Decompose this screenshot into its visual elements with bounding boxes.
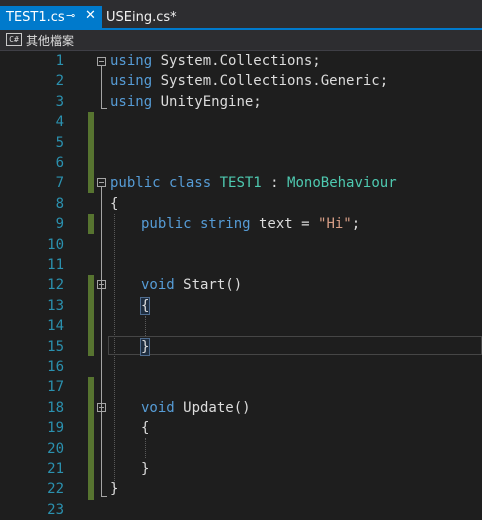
code-line[interactable]: 20 [0,439,482,459]
brace: { [110,195,119,212]
tab-test1-cs[interactable]: TEST1.cs ⊸ ✕ [0,6,102,28]
code-line[interactable]: 11 [0,255,482,275]
line-number: 3 [55,93,64,110]
code-text: ; [351,216,361,233]
csharp-file-icon: C# [6,33,22,46]
keyword: public string [141,216,251,233]
line-number: 23 [47,501,64,518]
code-line[interactable]: 15 } [0,337,482,357]
code-line[interactable]: 22 } [0,479,482,499]
code-line[interactable]: 3 using UnityEngine; [0,92,482,112]
code-text: Start() [174,277,243,294]
code-text: System.Collections; [152,53,321,69]
code-line[interactable]: 16 [0,357,482,377]
brace: { [141,420,150,437]
line-number: 2 [55,73,64,90]
code-line[interactable]: 13 { [0,296,482,316]
line-number: 5 [55,134,64,151]
code-line[interactable]: 4 [0,112,482,132]
close-icon[interactable]: ✕ [85,8,96,23]
code-text: text = [250,216,319,233]
tab-label: TEST1.cs [6,10,65,25]
code-line[interactable]: 17 [0,377,482,397]
code-line[interactable]: 19 { [0,418,482,438]
keyword: using [110,93,153,110]
line-number: 8 [55,195,64,212]
code-text: : [261,175,288,192]
line-number: 10 [47,236,64,253]
line-number: 12 [47,277,64,294]
keyword: public class [110,175,212,192]
line-number: 9 [55,216,64,233]
line-number: 11 [47,257,64,273]
line-number: 16 [47,359,64,375]
line-number: 22 [47,481,64,498]
line-number: 14 [47,318,64,335]
keyword: using [110,73,153,90]
code-line[interactable]: 8 { [0,194,482,214]
line-number: 4 [55,114,64,131]
document-tab-strip: TEST1.cs ⊸ ✕ USEing.cs* [0,0,482,28]
code-line[interactable]: 7 public class TEST1 : MonoBehaviour [0,173,482,193]
code-text: Update() [174,399,251,416]
code-text: UnityEngine; [152,93,262,110]
line-number: 17 [47,379,64,396]
code-line[interactable]: 6 [0,153,482,173]
navigation-bar: C# 其他檔案 [0,30,482,51]
code-line[interactable]: 9 public string text = "Hi"; [0,214,482,234]
project-dropdown[interactable]: 其他檔案 [26,32,74,49]
tab-useing-cs[interactable]: USEing.cs* [104,6,183,28]
line-number: 1 [55,53,64,69]
line-number: 7 [55,175,64,192]
brace-match: { [139,296,151,315]
brace: } [110,481,119,498]
code-line[interactable]: 14 [0,316,482,336]
brace-match: } [139,337,151,356]
tab-label: USEing.cs* [106,10,177,25]
line-number: 15 [47,338,64,355]
code-line[interactable]: 10 [0,235,482,255]
line-number: 6 [55,155,64,171]
line-number: 19 [47,420,64,437]
code-editor[interactable]: 1 using System.Collections; 2 using Syst… [0,51,482,518]
code-text: System.Collections.Generic; [152,73,389,90]
code-line[interactable]: 23 [0,500,482,520]
line-number: 18 [47,399,64,416]
line-number: 20 [47,440,64,457]
keyword: void [141,277,175,294]
code-line[interactable]: 18 void Update() [0,398,482,418]
code-line[interactable]: 12 void Start() [0,275,482,295]
keyword: void [141,399,175,416]
class-name: TEST1 [219,175,262,192]
brace: } [141,461,150,477]
string-literal: "Hi" [318,216,352,233]
code-line[interactable]: 1 using System.Collections; [0,51,482,71]
keyword: using [110,53,153,69]
pin-icon[interactable]: ⊸ [66,9,75,22]
line-number: 13 [47,297,64,314]
line-number: 21 [47,461,64,477]
code-line[interactable]: 21 } [0,459,482,479]
code-line[interactable]: 2 using System.Collections.Generic; [0,71,482,91]
base-class-name: MonoBehaviour [287,175,397,192]
code-line[interactable]: 5 [0,133,482,153]
